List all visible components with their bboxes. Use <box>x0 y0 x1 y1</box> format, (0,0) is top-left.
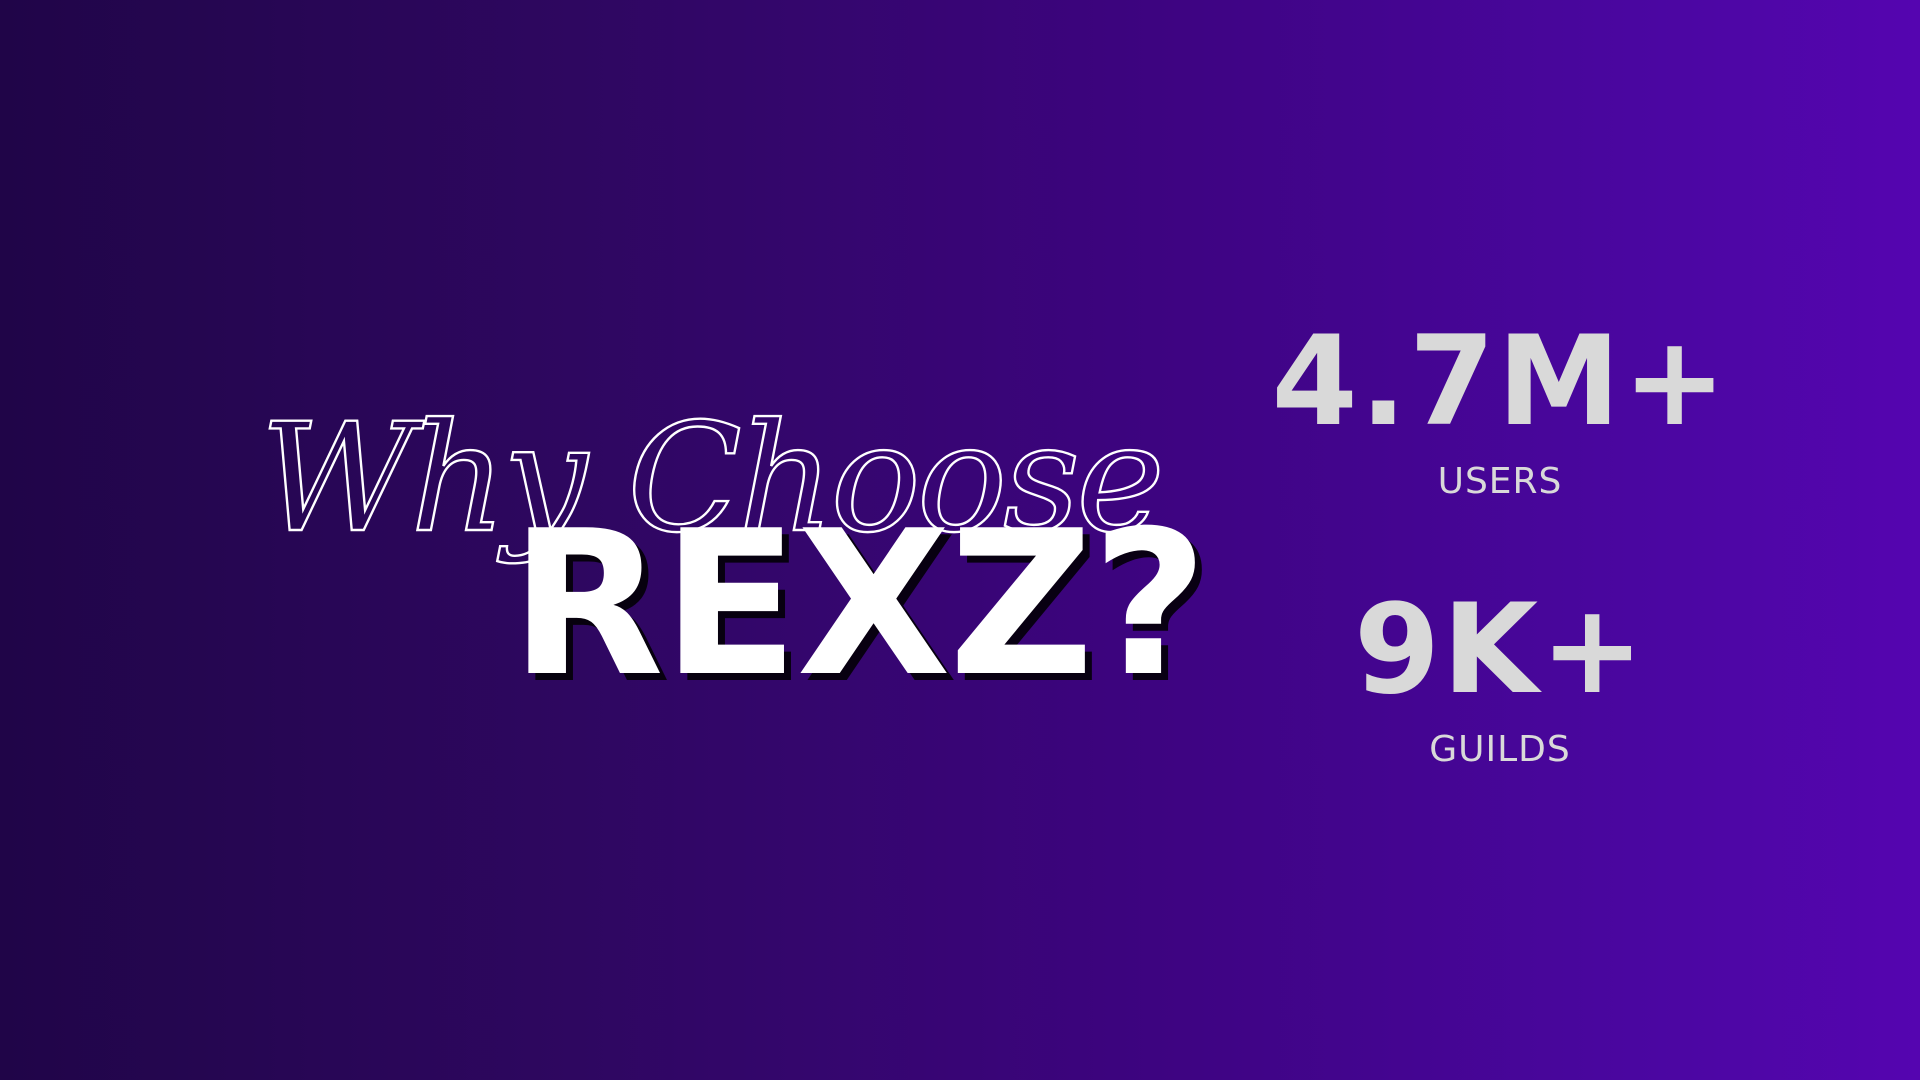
stat-label-users: USERS <box>1437 461 1563 502</box>
stat-users: 4.7M+ USERS <box>1250 320 1750 500</box>
hero-section: Why Choose REXZ? <box>250 340 1210 705</box>
stat-guilds: 9K+ GUILDS <box>1250 588 1750 768</box>
stat-label-guilds: GUILDS <box>1429 729 1571 770</box>
stat-value-guilds: 9K+ <box>1353 578 1647 722</box>
brand-name: REXZ? <box>510 488 1208 721</box>
stat-value-users: 4.7M+ <box>1271 310 1729 454</box>
